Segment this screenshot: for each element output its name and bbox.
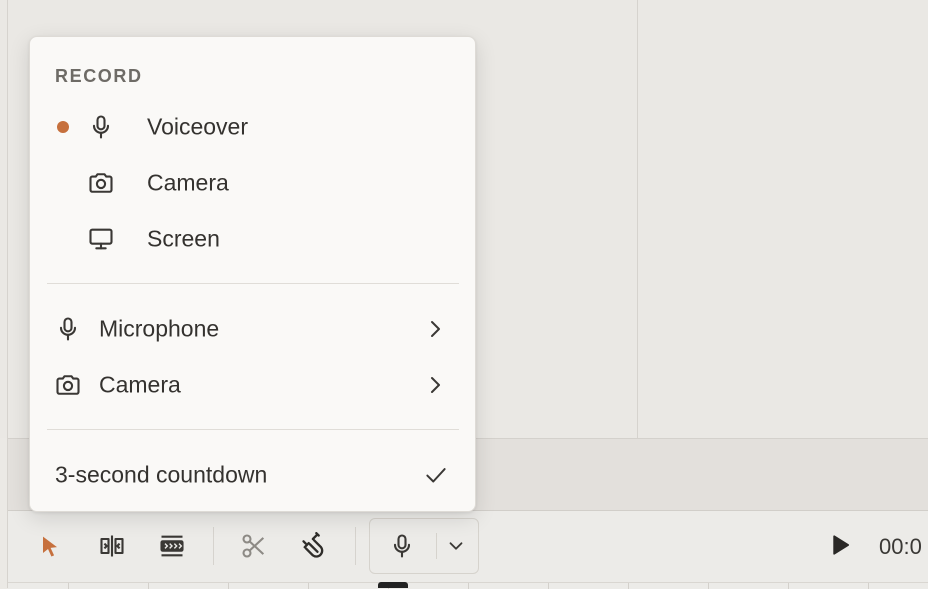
menu-item-label: 3-second countdown (55, 461, 268, 488)
menu-item-microphone[interactable]: Microphone (30, 304, 475, 354)
record-options-dropdown[interactable] (436, 524, 476, 568)
menu-item-label: Camera (147, 169, 229, 196)
chevron-right-icon (431, 321, 440, 337)
menu-item-countdown-toggle[interactable]: 3-second countdown (30, 450, 475, 500)
split-clip-icon (100, 535, 124, 557)
record-button-group (369, 518, 479, 574)
play-icon (833, 535, 850, 555)
toolbar-separator (213, 527, 214, 565)
menu-divider (47, 429, 459, 430)
active-indicator-dot (57, 121, 69, 133)
menu-heading: RECORD (55, 66, 143, 86)
trim-tool-button[interactable] (150, 524, 194, 568)
menu-item-voiceover[interactable]: Voiceover (30, 102, 475, 152)
pointer-tool-button[interactable] (28, 524, 72, 568)
menu-item-label: Voiceover (147, 113, 249, 140)
microphone-icon (393, 534, 411, 558)
playhead-handle[interactable] (378, 582, 408, 588)
menu-item-label: Screen (147, 225, 220, 252)
menu-item-label: Microphone (99, 315, 220, 342)
microphone-icon (86, 112, 116, 142)
pointer-icon (43, 536, 57, 557)
menu-item-screen[interactable]: Screen (30, 214, 475, 264)
panel-divider (637, 0, 638, 438)
menu-item-camera-device[interactable]: Camera (30, 360, 475, 410)
monitor-icon (86, 224, 116, 254)
chevron-right-icon (431, 377, 440, 393)
cut-tool-button[interactable] (232, 524, 276, 568)
magnet-snap-button[interactable] (292, 524, 336, 568)
camera-icon (53, 370, 83, 400)
trim-icon (160, 535, 184, 557)
camera-icon (86, 168, 116, 198)
microphone-icon (53, 314, 83, 344)
scissors-icon (242, 534, 265, 558)
checkmark-icon (426, 468, 446, 483)
menu-item-label: Camera (99, 371, 181, 398)
menu-divider (47, 283, 459, 284)
split-tool-button[interactable] (90, 524, 134, 568)
play-button[interactable] (818, 523, 862, 567)
time-display: 00:0 (879, 534, 922, 559)
magnet-icon (302, 532, 324, 558)
record-menu: RECORD Voiceover Camera Screen Microphon… (29, 36, 476, 512)
chevron-down-icon (449, 542, 463, 550)
toolbar-separator (355, 527, 356, 565)
record-voiceover-button[interactable] (380, 524, 424, 568)
menu-item-camera[interactable]: Camera (30, 158, 475, 208)
